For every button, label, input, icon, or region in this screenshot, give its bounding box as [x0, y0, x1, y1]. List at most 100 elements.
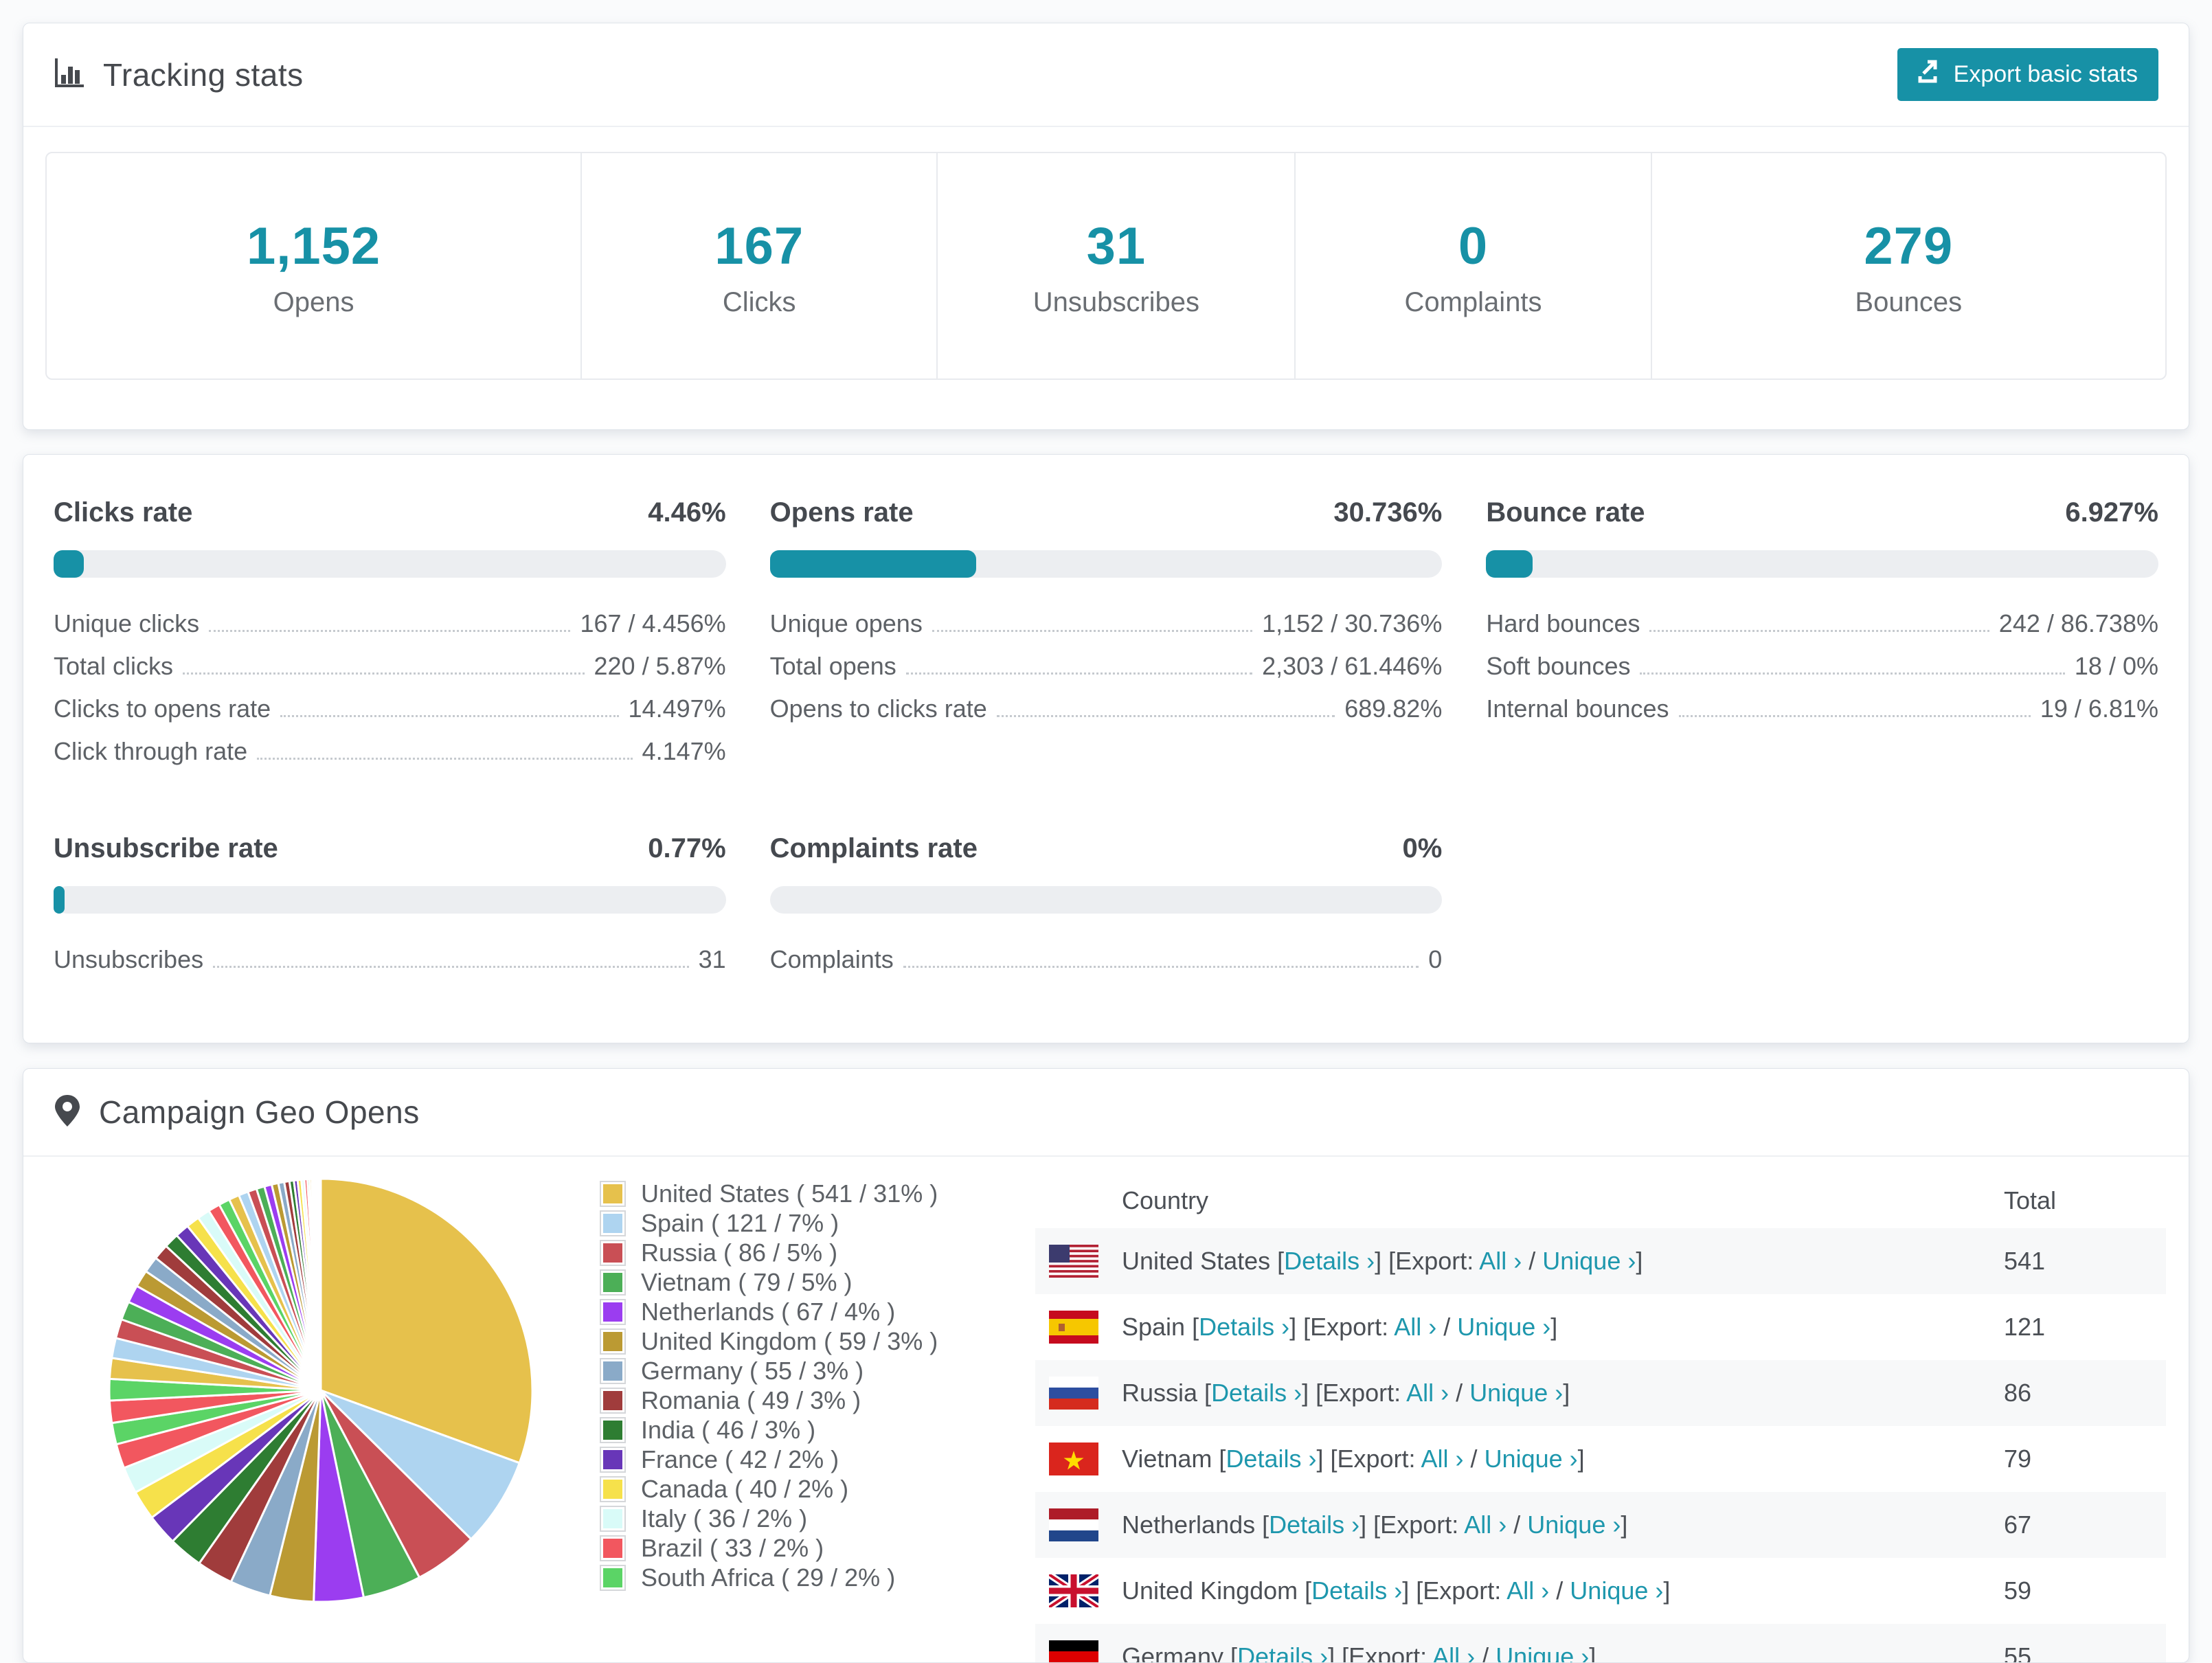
- export-unique-link[interactable]: Unique ›: [1496, 1642, 1589, 1662]
- country-cell: Netherlands [Details ›] [Export: All › /…: [1122, 1511, 2004, 1539]
- dotted-leader: [1649, 630, 1989, 632]
- country-cell: Spain [Details ›] [Export: All › / Uniqu…: [1122, 1313, 2004, 1342]
- total-column-header: Total: [2004, 1186, 2057, 1214]
- summary-box-complaints: 0 Complaints: [1294, 153, 1650, 378]
- details-link[interactable]: Details ›: [1284, 1247, 1375, 1275]
- pie-legend: United States ( 541 / 31% ) Spain ( 121 /…: [596, 1173, 1035, 1662]
- country-name: Vietnam: [1122, 1445, 1219, 1473]
- details-link[interactable]: Details ›: [1199, 1313, 1289, 1341]
- country-row-de: Germany [Details ›] [Export: All › / Uni…: [1035, 1624, 2166, 1663]
- detail-value: 220 / 5.87%: [594, 652, 726, 680]
- legend-label: United Kingdom ( 59 / 3% ): [641, 1326, 938, 1355]
- rate-head: Clicks rate 4.46%: [54, 497, 726, 528]
- geo-title: Campaign Geo Opens: [99, 1094, 420, 1130]
- export-unique-link[interactable]: Unique ›: [1570, 1576, 1663, 1605]
- export-all-link[interactable]: All ›: [1421, 1445, 1464, 1473]
- dotted-leader: [213, 966, 689, 968]
- export-unique-link[interactable]: Unique ›: [1485, 1445, 1578, 1473]
- country-name: Germany: [1122, 1642, 1231, 1663]
- rate-progress-track: [769, 886, 1443, 914]
- rate-panel-complaints-rate: Complaints rate 0% Complaints 0: [769, 833, 1443, 981]
- rate-panel-unsubscribe-rate: Unsubscribe rate 0.77% Unsubscribes 31: [54, 833, 726, 981]
- details-link[interactable]: Details ›: [1211, 1379, 1302, 1407]
- export-all-link[interactable]: All ›: [1432, 1642, 1475, 1662]
- legend-item-united-states: United States ( 541 / 31% ): [600, 1179, 1035, 1208]
- us-flag-icon: [1049, 1245, 1098, 1278]
- export-all-link[interactable]: All ›: [1479, 1247, 1522, 1275]
- detail-value: 689.82%: [1344, 694, 1443, 723]
- details-link[interactable]: Details ›: [1237, 1642, 1328, 1662]
- rate-detail-row: Unique clicks 167 / 4.456%: [54, 602, 726, 645]
- country-row-ru: Russia [Details ›] [Export: All › / Uniq…: [1035, 1360, 2166, 1426]
- rate-detail-list: Complaints 0: [770, 938, 1443, 981]
- bracket: [: [1277, 1247, 1285, 1275]
- country-cell: Vietnam [Details ›] [Export: All › / Uni…: [1122, 1445, 2004, 1473]
- dotted-leader: [1640, 672, 2065, 675]
- legend-item-germany: Germany ( 55 / 3% ): [600, 1356, 1035, 1385]
- tracking-stats-header: Tracking stats Export basic stats: [23, 23, 2189, 126]
- export-all-link[interactable]: All ›: [1394, 1313, 1436, 1341]
- export-unique-link[interactable]: Unique ›: [1527, 1511, 1621, 1539]
- legend-item-russia: Russia ( 86 / 5% ): [600, 1238, 1035, 1267]
- rate-title: Clicks rate: [54, 497, 193, 528]
- legend-label: India ( 46 / 3% ): [641, 1415, 816, 1444]
- dotted-leader: [183, 672, 585, 675]
- export-unique-link[interactable]: Unique ›: [1469, 1379, 1563, 1407]
- rate-detail-row: Unique opens 1,152 / 30.736%: [770, 602, 1443, 645]
- legend-item-canada: Canada ( 40 / 2% ): [600, 1474, 1035, 1504]
- geo-header: Campaign Geo Opens: [23, 1069, 2189, 1155]
- legend-swatch: [600, 1239, 626, 1266]
- ru-flag-icon: [1049, 1377, 1098, 1410]
- dotted-leader: [903, 966, 1419, 968]
- export-icon: [1918, 60, 1941, 89]
- export-prefix: ] [Export:: [1302, 1379, 1407, 1407]
- detail-value: 2,303 / 61.446%: [1262, 652, 1443, 680]
- rate-value: 0.77%: [648, 833, 726, 863]
- header-divider: [23, 126, 2189, 127]
- country-row-us: United States [Details ›] [Export: All ›…: [1035, 1228, 2166, 1294]
- vn-flag-icon: [1049, 1443, 1098, 1475]
- rate-title: Bounce rate: [1486, 497, 1645, 528]
- rate-head: Complaints rate 0%: [770, 833, 1443, 864]
- rates-grid: Clicks rate 4.46% Unique clicks 167 / 4.456…: [54, 497, 2158, 981]
- summary-box-opens: 1,152 Opens: [47, 153, 580, 378]
- bracket: [: [1230, 1642, 1238, 1663]
- export-basic-stats-button[interactable]: Export basic stats: [1897, 48, 2158, 101]
- rate-progress-fill: [54, 550, 84, 578]
- legend-item-france: France ( 42 / 2% ): [600, 1445, 1035, 1474]
- details-link[interactable]: Details ›: [1226, 1445, 1316, 1473]
- summary-label: Bounces: [1855, 287, 1963, 317]
- dotted-leader: [1678, 715, 2031, 717]
- details-link[interactable]: Details ›: [1311, 1576, 1402, 1605]
- legend-label: Brazil ( 33 / 2% ): [641, 1533, 824, 1562]
- details-link[interactable]: Details ›: [1269, 1511, 1359, 1539]
- detail-value: 0: [1428, 945, 1443, 973]
- country-name: Netherlands: [1122, 1511, 1263, 1539]
- export-prefix: ] [Export:: [1289, 1313, 1395, 1341]
- rate-progress-track: [769, 550, 1443, 578]
- export-all-link[interactable]: All ›: [1464, 1511, 1506, 1539]
- rate-value: 4.46%: [648, 497, 726, 528]
- export-all-link[interactable]: All ›: [1406, 1379, 1449, 1407]
- legend-label: Canada ( 40 / 2% ): [641, 1474, 849, 1503]
- detail-label: Unsubscribes: [54, 945, 204, 973]
- summary-value: 167: [714, 217, 804, 275]
- detail-label: Total opens: [769, 652, 896, 680]
- legend-label: United States ( 541 / 31% ): [641, 1179, 938, 1208]
- de-flag-icon: [1049, 1640, 1098, 1662]
- rate-value: 0%: [1402, 833, 1443, 863]
- rate-head: Bounce rate 6.927%: [1486, 497, 2158, 528]
- rate-detail-row: Total clicks 220 / 5.87%: [54, 645, 726, 688]
- country-cell: Russia [Details ›] [Export: All › / Uniq…: [1122, 1379, 2004, 1407]
- export-unique-link[interactable]: Unique ›: [1457, 1313, 1550, 1341]
- rate-head: Opens rate 30.736%: [770, 497, 1443, 528]
- bracket: ]: [1636, 1247, 1643, 1275]
- legend-swatch: [600, 1505, 626, 1532]
- detail-label: Hard bounces: [1486, 609, 1640, 637]
- dotted-leader: [932, 630, 1253, 632]
- summary-value: 1,152: [246, 217, 381, 275]
- export-unique-link[interactable]: Unique ›: [1542, 1247, 1636, 1275]
- total-cell: 86: [2004, 1379, 2032, 1407]
- legend-item-south-africa: South Africa ( 29 / 2% ): [600, 1563, 1035, 1592]
- export-all-link[interactable]: All ›: [1506, 1576, 1549, 1605]
